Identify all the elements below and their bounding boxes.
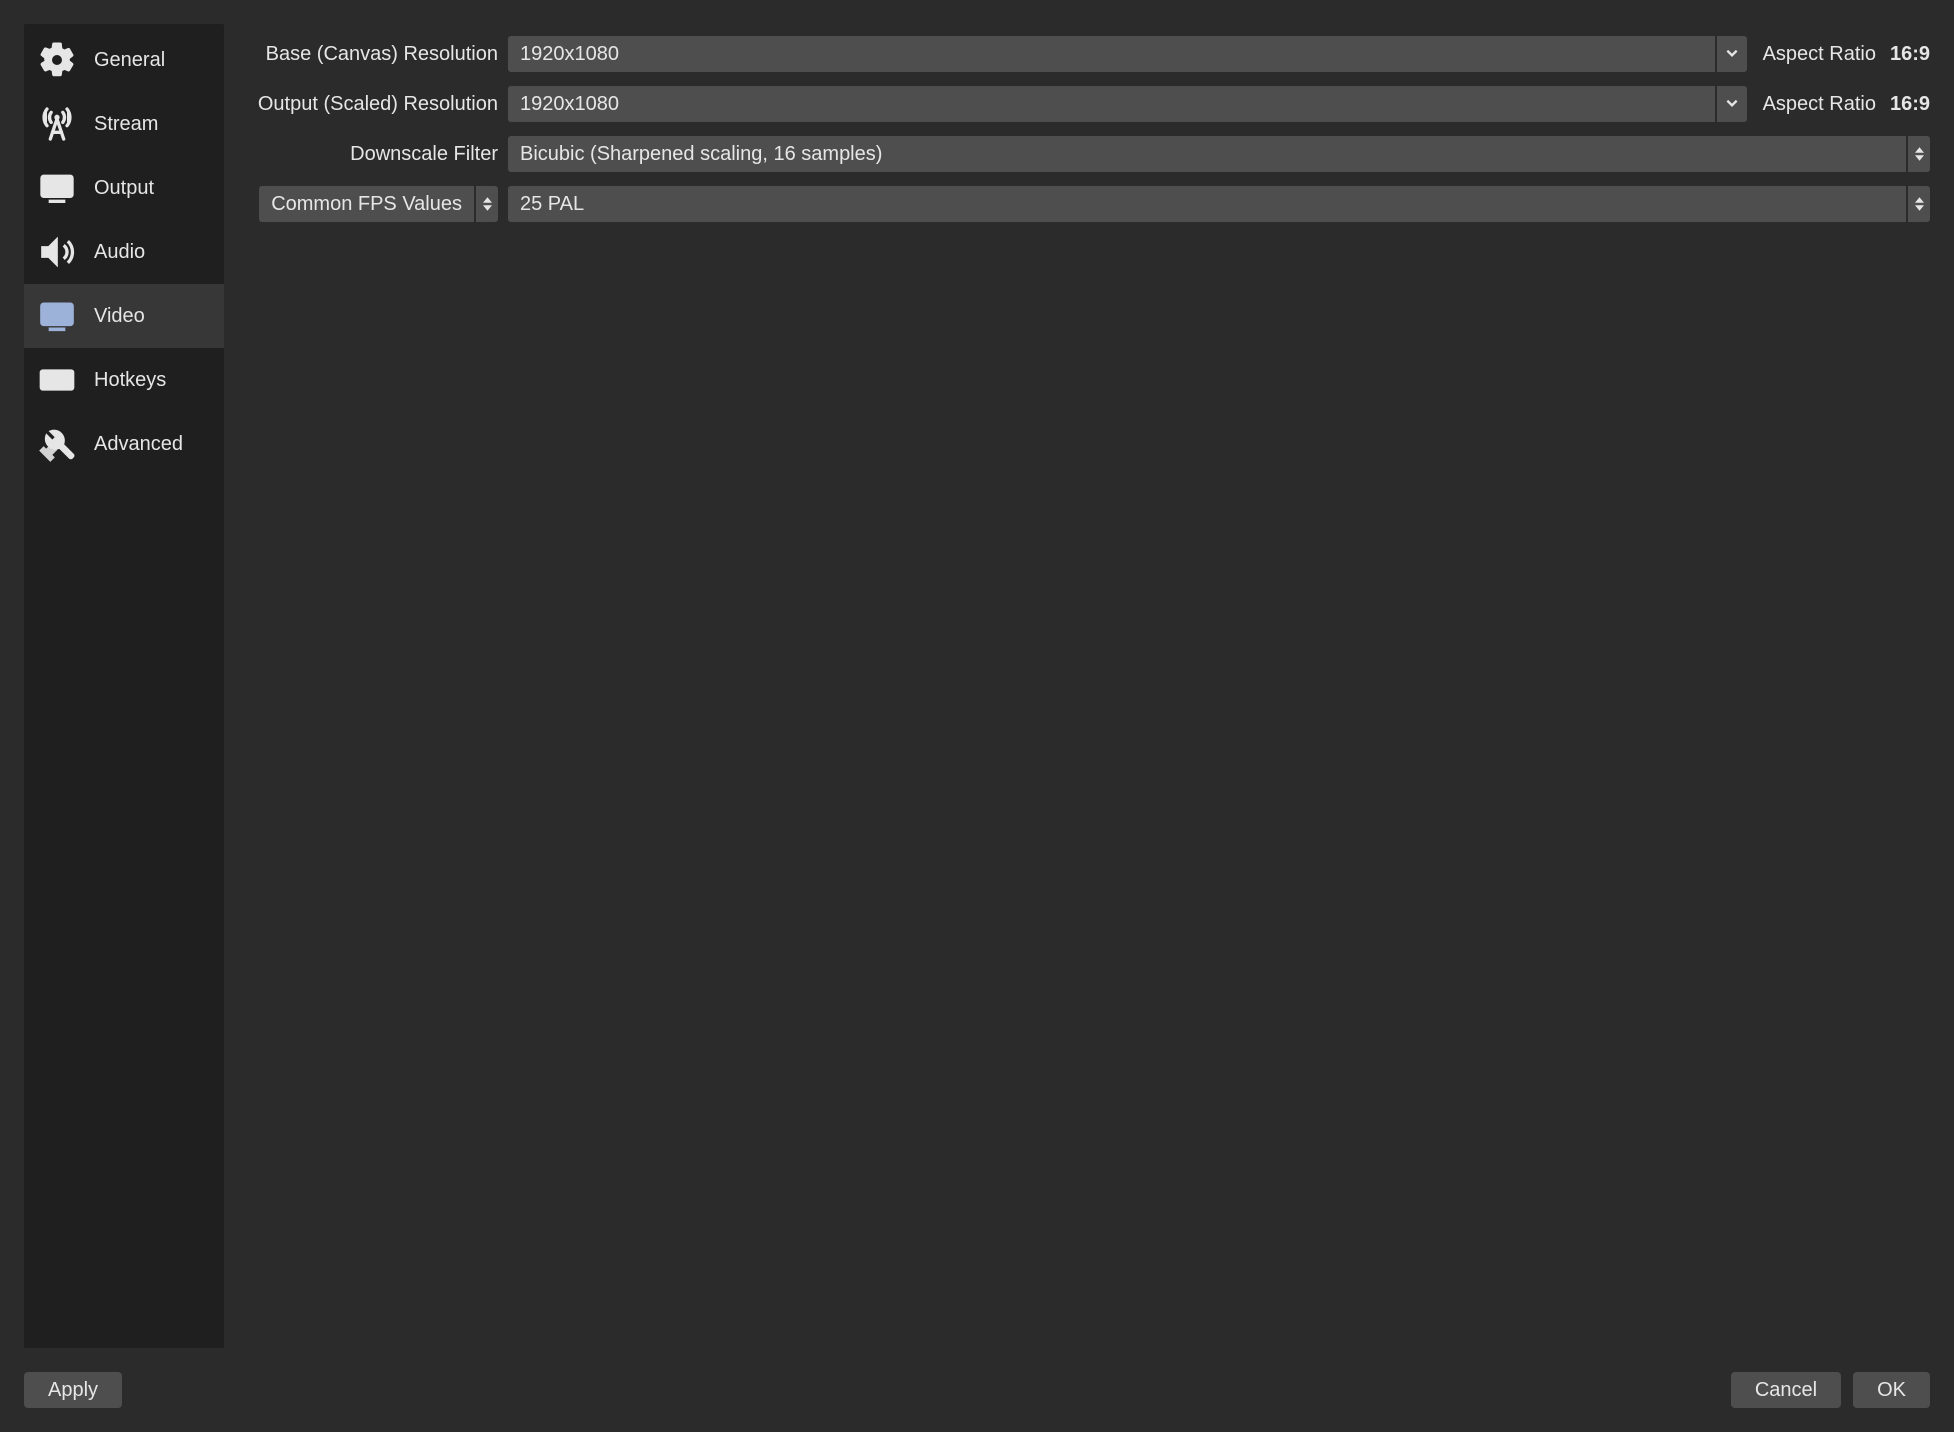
fps-mode-stepper[interactable] bbox=[476, 186, 498, 222]
chevron-down-icon bbox=[1915, 205, 1924, 211]
chevron-up-icon bbox=[483, 197, 492, 203]
base-aspect-value: 16:9 bbox=[1890, 43, 1930, 66]
sidebar-item-label: Audio bbox=[94, 241, 145, 264]
tools-icon bbox=[34, 424, 80, 464]
sidebar-item-label: Output bbox=[94, 177, 154, 200]
sidebar-item-advanced[interactable]: Advanced bbox=[24, 412, 224, 476]
output-resolution-input[interactable] bbox=[508, 86, 1715, 122]
keyboard-icon bbox=[34, 360, 80, 400]
gear-icon bbox=[34, 40, 80, 80]
chevron-down-icon bbox=[1915, 155, 1924, 161]
output-monitor-icon bbox=[34, 168, 80, 208]
downscale-filter-stepper[interactable] bbox=[1908, 136, 1930, 172]
base-aspect-label: Aspect Ratio bbox=[1763, 43, 1876, 66]
downscale-filter-select[interactable]: Bicubic (Sharpened scaling, 16 samples) bbox=[508, 136, 1906, 172]
sidebar-item-stream[interactable]: Stream bbox=[24, 92, 224, 156]
chevron-up-icon bbox=[1915, 197, 1924, 203]
base-resolution-input[interactable] bbox=[508, 36, 1715, 72]
apply-button[interactable]: Apply bbox=[24, 1372, 122, 1408]
dialog-footer: Apply Cancel OK bbox=[24, 1348, 1930, 1408]
cancel-button[interactable]: Cancel bbox=[1731, 1372, 1841, 1408]
sidebar-item-general[interactable]: General bbox=[24, 28, 224, 92]
fps-mode-label: Common FPS Values bbox=[271, 193, 462, 216]
fps-value-select[interactable]: 25 PAL bbox=[508, 186, 1906, 222]
sidebar-item-audio[interactable]: Audio bbox=[24, 220, 224, 284]
fps-mode-select[interactable]: Common FPS Values bbox=[259, 186, 474, 222]
ok-button[interactable]: OK bbox=[1853, 1372, 1930, 1408]
sidebar-item-label: Hotkeys bbox=[94, 369, 166, 392]
sidebar-item-video[interactable]: Video bbox=[24, 284, 224, 348]
video-settings-panel: Base (Canvas) Resolution Aspect Ratio 16… bbox=[248, 24, 1930, 1348]
downscale-filter-value: Bicubic (Sharpened scaling, 16 samples) bbox=[520, 143, 882, 166]
speaker-icon bbox=[34, 232, 80, 272]
sidebar-item-label: Video bbox=[94, 305, 145, 328]
base-resolution-dropdown-button[interactable] bbox=[1717, 36, 1747, 72]
output-aspect-label: Aspect Ratio bbox=[1763, 93, 1876, 116]
output-resolution-dropdown-button[interactable] bbox=[1717, 86, 1747, 122]
output-resolution-label: Output (Scaled) Resolution bbox=[248, 93, 498, 116]
downscale-filter-label: Downscale Filter bbox=[248, 143, 498, 166]
sidebar-item-label: Advanced bbox=[94, 433, 183, 456]
chevron-down-icon bbox=[1725, 46, 1739, 63]
chevron-down-icon bbox=[483, 205, 492, 211]
base-resolution-label: Base (Canvas) Resolution bbox=[248, 43, 498, 66]
fps-value-stepper[interactable] bbox=[1908, 186, 1930, 222]
sidebar-item-hotkeys[interactable]: Hotkeys bbox=[24, 348, 224, 412]
sidebar-item-label: Stream bbox=[94, 113, 158, 136]
chevron-up-icon bbox=[1915, 147, 1924, 153]
antenna-icon bbox=[34, 104, 80, 144]
sidebar-item-label: General bbox=[94, 49, 165, 72]
settings-sidebar: General Stream bbox=[24, 24, 224, 1348]
output-aspect-value: 16:9 bbox=[1890, 93, 1930, 116]
monitor-icon bbox=[34, 296, 80, 336]
fps-value: 25 PAL bbox=[520, 193, 584, 216]
sidebar-item-output[interactable]: Output bbox=[24, 156, 224, 220]
chevron-down-icon bbox=[1725, 96, 1739, 113]
